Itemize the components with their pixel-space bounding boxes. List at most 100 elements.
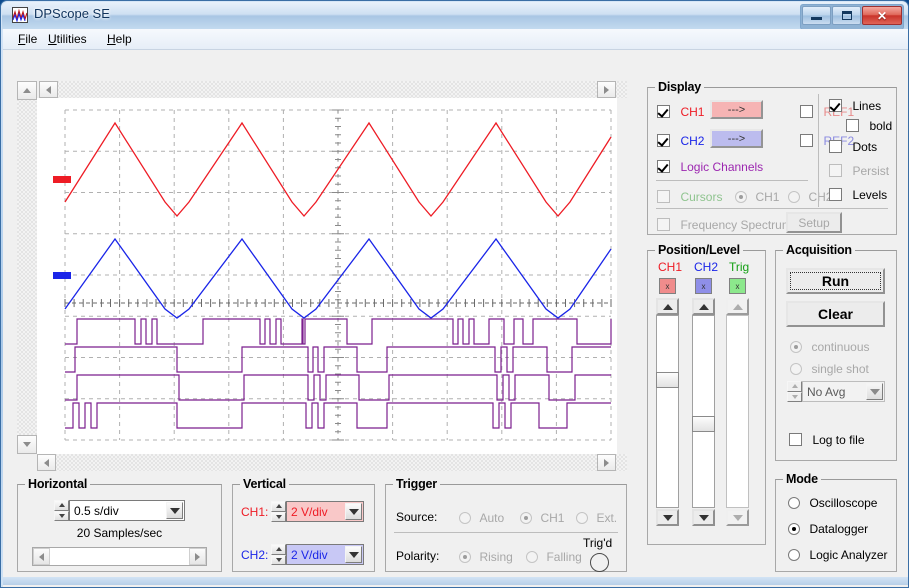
position-trig-up-button[interactable] — [726, 298, 749, 315]
display-cursor-ch2[interactable]: CH2 — [788, 188, 832, 206]
timebase-spin-down[interactable] — [54, 511, 69, 522]
vertical-ch1-spinner[interactable] — [271, 501, 286, 522]
plot-scroll-right-top-button[interactable] — [597, 81, 616, 98]
display-cursors-checkbox[interactable] — [657, 190, 670, 203]
mode-datalogger-radio[interactable] — [788, 523, 800, 535]
position-ch2-down-button[interactable] — [692, 509, 715, 526]
hscroll-right-button[interactable] — [189, 548, 206, 565]
timebase-spinner[interactable] — [54, 500, 69, 521]
position-ch1-swatch[interactable]: x — [659, 278, 676, 294]
vertical-ch1-spin-down[interactable] — [271, 512, 286, 523]
display-levels-checkbox[interactable] — [829, 188, 842, 201]
averaging-dropdown-button[interactable] — [866, 383, 883, 400]
display-ch1-arrow-button[interactable]: ---> — [710, 100, 763, 119]
vertical-ch2-spinner[interactable] — [271, 544, 286, 565]
averaging-spin-up[interactable] — [787, 381, 802, 392]
display-cursor-ch1[interactable]: CH1 — [735, 188, 779, 206]
trigger-polarity-falling-radio[interactable] — [526, 551, 538, 563]
position-ch2-slider[interactable] — [692, 315, 715, 508]
horizontal-position-scrollbar[interactable] — [32, 547, 207, 566]
plot-hscroll-top[interactable] — [39, 81, 627, 98]
trigger-source-ext[interactable]: Ext. — [576, 509, 617, 527]
vertical-ch1-combo[interactable]: 2 V/div — [286, 501, 364, 522]
display-ch2-checkbox[interactable] — [657, 134, 670, 147]
position-trig-slider[interactable] — [726, 315, 749, 508]
mode-logic-analyzer-radio[interactable] — [788, 549, 800, 561]
hscroll-left-button[interactable] — [33, 548, 50, 565]
hscroll-track[interactable] — [50, 548, 189, 565]
position-ch1-down-button[interactable] — [656, 509, 679, 526]
vertical-ch2-dropdown-button[interactable] — [345, 546, 362, 563]
trigger-source-ch1-radio[interactable] — [520, 512, 532, 524]
trigger-polarity-rising-radio[interactable] — [459, 551, 471, 563]
position-ch2-slider-thumb[interactable] — [692, 416, 715, 432]
position-ch1-slider-thumb[interactable] — [656, 372, 679, 388]
display-ch2-arrow-button[interactable]: ---> — [710, 129, 763, 148]
trigger-source-ch1[interactable]: CH1 — [520, 509, 564, 527]
plot-scroll-right-bottom-button[interactable] — [597, 454, 616, 471]
run-button[interactable]: Run — [786, 268, 885, 294]
trigger-polarity-falling[interactable]: Falling — [526, 548, 582, 566]
display-bold-checkbox[interactable] — [846, 119, 859, 132]
display-ref1-checkbox[interactable] — [800, 105, 813, 118]
trigger-source-ext-radio[interactable] — [576, 512, 588, 524]
mode-logic-analyzer-row[interactable]: Logic Analyzer — [788, 546, 888, 564]
display-ch1-checkbox[interactable] — [657, 105, 670, 118]
display-dots-checkbox[interactable] — [829, 140, 842, 153]
trigger-source-auto[interactable]: Auto — [459, 509, 504, 527]
display-lines-checkbox[interactable] — [829, 99, 842, 112]
plot-hscroll-bottom[interactable] — [37, 454, 627, 471]
plot-scroll-left-top-button[interactable] — [39, 81, 58, 98]
position-ch1-slider[interactable] — [656, 315, 679, 508]
horizontal-group-title: Horizontal — [25, 477, 90, 491]
acquisition-single-shot-row[interactable]: single shot — [790, 360, 869, 378]
waveform-canvas[interactable] — [37, 98, 617, 454]
timebase-dropdown-button[interactable] — [166, 502, 183, 519]
menu-utilities[interactable]: Utilities — [45, 32, 90, 46]
close-button[interactable]: ✕ — [862, 6, 902, 25]
display-persist-checkbox[interactable] — [829, 164, 842, 177]
timebase-combo[interactable]: 0.5 s/div — [69, 500, 185, 521]
position-ch2-up-button[interactable] — [692, 298, 715, 315]
position-trig-swatch[interactable]: x — [729, 278, 746, 294]
acquisition-single-shot-radio[interactable] — [790, 363, 802, 375]
averaging-spin-down[interactable] — [787, 392, 802, 403]
trigger-source-auto-radio[interactable] — [459, 512, 471, 524]
mode-group: Mode Oscilloscope Datalogger Logic Analy… — [775, 479, 897, 572]
display-frequency-spectrum-checkbox[interactable] — [657, 218, 670, 231]
display-lines-label: Lines — [852, 99, 881, 113]
menu-help[interactable]: Help — [104, 32, 135, 46]
display-setup-button[interactable]: Setup — [786, 212, 842, 233]
mode-oscilloscope-radio[interactable] — [788, 497, 800, 509]
display-cursor-ch1-radio[interactable] — [735, 191, 747, 203]
display-cursor-ch2-radio[interactable] — [788, 191, 800, 203]
mode-oscilloscope-row[interactable]: Oscilloscope — [788, 494, 877, 512]
timebase-value: 0.5 s/div — [70, 504, 165, 518]
timebase-spin-up[interactable] — [54, 500, 69, 511]
plot-scroll-left-bottom-button[interactable] — [37, 454, 56, 471]
mode-datalogger-row[interactable]: Datalogger — [788, 520, 868, 538]
minimize-button[interactable] — [802, 6, 831, 25]
display-ref2-checkbox[interactable] — [800, 134, 813, 147]
vertical-ch2-spin-down[interactable] — [271, 555, 286, 566]
display-logic-checkbox[interactable] — [657, 160, 670, 173]
vertical-ch2-spin-up[interactable] — [271, 544, 286, 555]
position-ch2-swatch[interactable]: x — [695, 278, 712, 294]
trigger-polarity-rising[interactable]: Rising — [459, 548, 513, 566]
clear-button[interactable]: Clear — [786, 301, 885, 327]
plot-scroll-up-button[interactable] — [17, 81, 37, 100]
vertical-ch2-combo[interactable]: 2 V/div — [286, 544, 364, 565]
maximize-button[interactable] — [832, 6, 861, 25]
averaging-spinner[interactable] — [787, 381, 802, 402]
plot-vscroll[interactable] — [17, 81, 37, 454]
position-trig-down-button[interactable] — [726, 509, 749, 526]
vertical-ch1-dropdown-button[interactable] — [345, 503, 362, 520]
acquisition-continuous-radio[interactable] — [790, 341, 802, 353]
averaging-combo[interactable]: No Avg — [802, 381, 885, 402]
vertical-ch1-spin-up[interactable] — [271, 501, 286, 512]
plot-scroll-down-button[interactable] — [17, 435, 37, 454]
menu-file[interactable]: FFileile — [15, 32, 40, 46]
acquisition-continuous-row[interactable]: continuous — [790, 338, 870, 356]
log-to-file-checkbox[interactable] — [789, 433, 802, 446]
position-ch1-up-button[interactable] — [656, 298, 679, 315]
